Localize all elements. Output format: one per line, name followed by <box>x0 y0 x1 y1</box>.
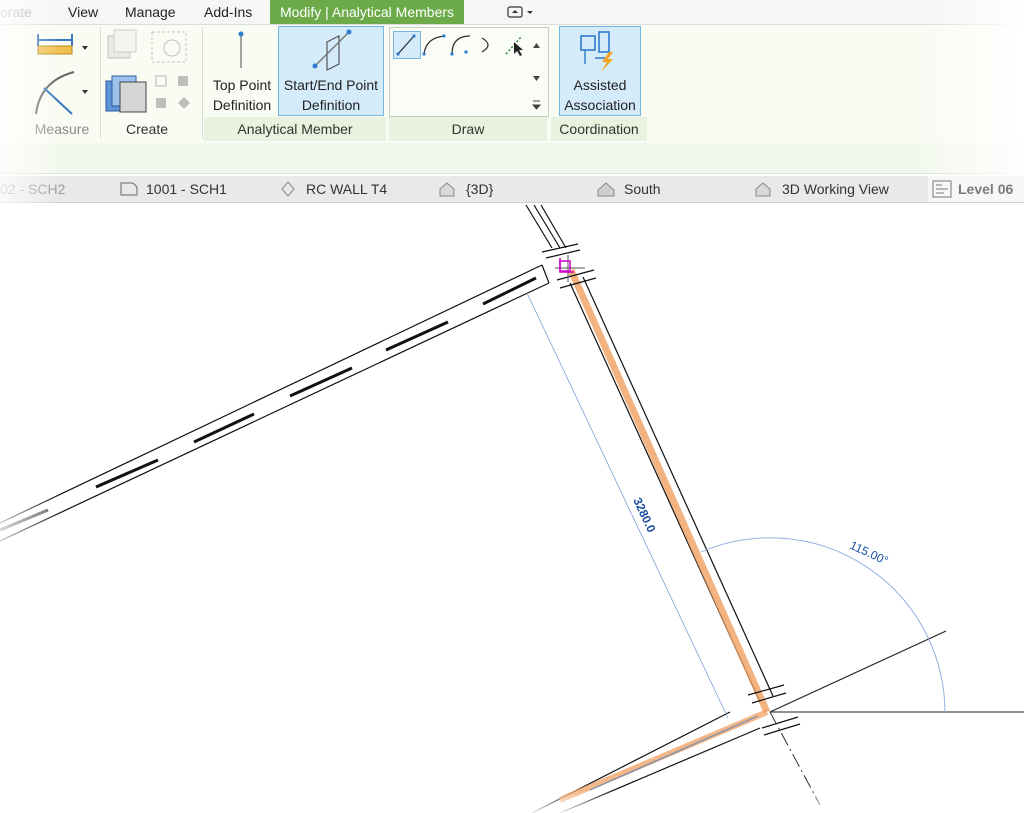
panel-divider <box>202 27 203 139</box>
tab-view[interactable]: View <box>68 0 98 24</box>
start-end-point-icon <box>312 29 352 71</box>
assisted-label-2: Association <box>564 97 636 113</box>
draw-tools <box>396 34 542 110</box>
tab-collaborate[interactable]: orate <box>0 0 32 24</box>
assisted-label-1: Assisted <box>573 77 627 93</box>
line-icon <box>396 34 416 56</box>
assisted-association-icon <box>580 31 613 72</box>
draw-gallery[interactable] <box>389 27 549 117</box>
ribbon-toggle-icon <box>507 6 533 18</box>
create-group-icon[interactable] <box>151 31 187 63</box>
measure-along-icon[interactable] <box>35 71 88 115</box>
view-tab-3d-working[interactable]: 3D Working View <box>754 176 889 202</box>
drawing-canvas[interactable]: 3280.0 115.00° <box>0 203 1024 813</box>
assisted-association-label: Assisted Association <box>559 75 641 115</box>
gallery-expand-icon <box>531 100 542 110</box>
panel-label-analytical-member[interactable]: Analytical Member <box>204 121 386 137</box>
create-assembly-icon[interactable] <box>105 75 147 113</box>
dimension-value[interactable]: 3280.0 <box>630 495 658 534</box>
start-end-label-1: Start/End Point <box>283 77 379 93</box>
ribbon-display-toggle[interactable] <box>506 4 536 20</box>
house-3d-icon <box>755 182 771 197</box>
floor-plan-icon <box>932 180 952 198</box>
panel-label-create[interactable]: Create <box>112 121 182 137</box>
reference-lines <box>769 630 1024 806</box>
wall-diagonal-left[interactable] <box>0 264 550 542</box>
wall-bottom-left[interactable] <box>531 709 801 813</box>
panel-label-draw[interactable]: Draw <box>389 121 547 137</box>
sheet-icon <box>120 182 138 196</box>
tab-manage[interactable]: Manage <box>125 0 176 24</box>
gallery-down-icon <box>533 76 540 81</box>
crosshair-cursor <box>555 255 585 282</box>
create-parts-icon[interactable] <box>155 75 190 109</box>
elevation-icon <box>281 181 295 197</box>
view-tab-sch1[interactable]: 1001 - SCH1 <box>120 176 227 202</box>
menu-bar: orate View Manage Add-Ins Modify | Analy… <box>0 0 1024 25</box>
top-point-definition-icon <box>238 31 244 68</box>
elevation-house-icon <box>597 182 615 197</box>
angle-dimension[interactable]: 115.00° <box>700 537 946 713</box>
top-point-definition-button[interactable]: Top Point Definition <box>206 75 278 115</box>
view-tab-level-06-label: Level 06 <box>958 181 1014 197</box>
analytical-icons <box>238 29 352 71</box>
house-3d-icon <box>439 182 455 197</box>
top-point-label-2: Definition <box>212 97 272 113</box>
panel-label-measure[interactable]: Measure <box>28 121 96 137</box>
view-tab-3d-label: {3D} <box>466 181 494 197</box>
arc-start-end-icon <box>422 34 446 56</box>
view-tab-sch2[interactable]: 02 - SCH2 <box>0 176 65 202</box>
panel-label-coordination[interactable]: Coordination <box>551 121 647 137</box>
tab-add-ins[interactable]: Add-Ins <box>204 0 252 24</box>
view-tabs-bar: 02 - SCH2 1001 - SCH1 RC WALL T4 {3D} So… <box>0 176 1024 203</box>
arc-tangent-icon <box>481 37 489 53</box>
start-end-point-label: Start/End Point Definition <box>278 75 384 115</box>
measure-create-tools <box>35 29 190 115</box>
options-bar <box>0 143 1024 174</box>
pick-lines-icon <box>505 35 523 56</box>
top-point-label-1: Top Point <box>212 77 272 93</box>
view-tab-south[interactable]: South <box>596 176 661 202</box>
view-tab-rc-wall[interactable]: RC WALL T4 <box>280 176 387 202</box>
wall-stub-top[interactable] <box>525 204 581 259</box>
arc-center-icon <box>450 35 471 56</box>
view-tab-south-label: South <box>624 181 661 197</box>
panel-divider <box>100 27 101 139</box>
tab-modify-analytical-members[interactable]: Modify | Analytical Members <box>270 0 465 24</box>
view-tab-3d-working-label: 3D Working View <box>782 181 889 197</box>
analytical-member-wall[interactable] <box>556 268 787 714</box>
create-similar-icon[interactable] <box>107 29 137 59</box>
gallery-up-icon <box>533 43 540 48</box>
view-tab-3d[interactable]: {3D} <box>438 176 493 202</box>
view-tab-level-06[interactable]: Level 06 <box>928 176 1024 202</box>
start-end-label-2: Definition <box>301 97 361 113</box>
view-tab-sch1-label: 1001 - SCH1 <box>146 181 227 197</box>
length-dimension[interactable]: 3280.0 <box>526 292 729 719</box>
angle-value[interactable]: 115.00° <box>848 538 891 568</box>
view-tab-rc-wall-label: RC WALL T4 <box>306 181 388 197</box>
measure-between-icon[interactable] <box>37 34 88 55</box>
